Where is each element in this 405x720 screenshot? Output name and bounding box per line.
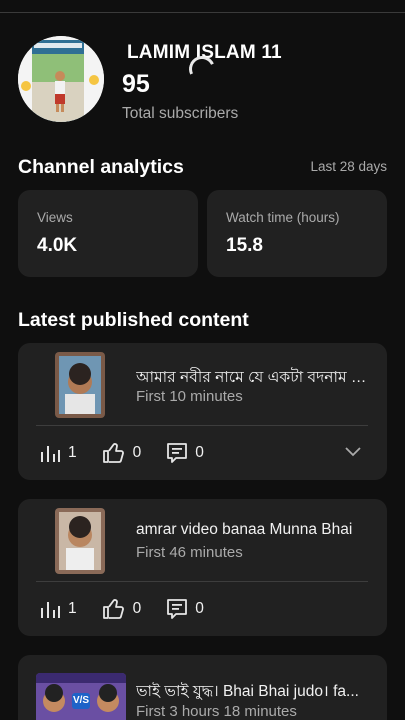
likes-metric: 0 [102, 599, 142, 619]
views-count: 1 [68, 444, 77, 461]
views-label: Views [37, 210, 73, 225]
views-count: 1 [68, 600, 77, 617]
watch-time-label: Watch time (hours) [226, 210, 340, 225]
likes-count: 0 [132, 444, 142, 461]
bar-chart-icon [41, 446, 60, 462]
top-divider [0, 12, 405, 13]
latest-content-title: Latest published content [18, 309, 249, 331]
video-age: First 46 minutes [136, 544, 243, 561]
video-thumbnail[interactable] [55, 352, 105, 418]
channel-avatar[interactable] [18, 36, 104, 122]
watch-time-value: 15.8 [226, 235, 263, 256]
views-value: 4.0K [37, 235, 78, 256]
card-divider [36, 581, 368, 582]
thumbs-up-icon [102, 443, 124, 463]
subscriber-count: 95 [122, 70, 150, 98]
video-title[interactable]: ভাই ভাই যুদ্ধ। Bhai Bhai judo। fa... [136, 679, 372, 705]
video-card[interactable]: আমার নবীর নামে যে একটা বদনাম দিছে First … [18, 343, 387, 480]
bar-chart-icon [41, 602, 60, 618]
video-age: First 3 hours 18 minutes [136, 703, 297, 720]
thumbnail-image [55, 508, 105, 574]
watch-time-card[interactable]: Watch time (hours) 15.8 [207, 190, 387, 277]
video-card[interactable]: amrar video banaa Munna Bhai First 46 mi… [18, 499, 387, 636]
comment-icon [167, 599, 188, 619]
likes-count: 0 [132, 600, 142, 617]
comments-count: 0 [195, 600, 204, 617]
video-age: First 10 minutes [136, 388, 243, 405]
video-thumbnail[interactable]: V/S [36, 673, 126, 720]
thumbnail-vs-text: V/S [72, 695, 90, 706]
analytics-title: Channel analytics [18, 156, 184, 178]
comments-count: 0 [195, 444, 204, 461]
thumbnail-image [55, 352, 105, 418]
views-metric: 1 [40, 600, 77, 618]
comment-icon [167, 443, 188, 463]
likes-metric: 0 [102, 443, 142, 463]
video-title[interactable]: amrar video banaa Munna Bhai [136, 521, 372, 539]
thumbs-up-icon [102, 599, 124, 619]
views-card[interactable]: Views 4.0K [18, 190, 198, 277]
subscriber-label: Total subscribers [122, 105, 239, 122]
chevron-down-icon[interactable] [345, 447, 361, 457]
video-card[interactable]: V/S ভাই ভাই যুদ্ধ। Bhai Bhai judo। fa...… [18, 655, 387, 720]
comments-metric: 0 [167, 443, 204, 463]
analytics-period[interactable]: Last 28 days [310, 159, 387, 174]
card-divider [36, 425, 368, 426]
avatar-image [18, 36, 104, 122]
views-metric: 1 [40, 444, 77, 462]
video-thumbnail[interactable] [55, 508, 105, 574]
comments-metric: 0 [167, 599, 204, 619]
